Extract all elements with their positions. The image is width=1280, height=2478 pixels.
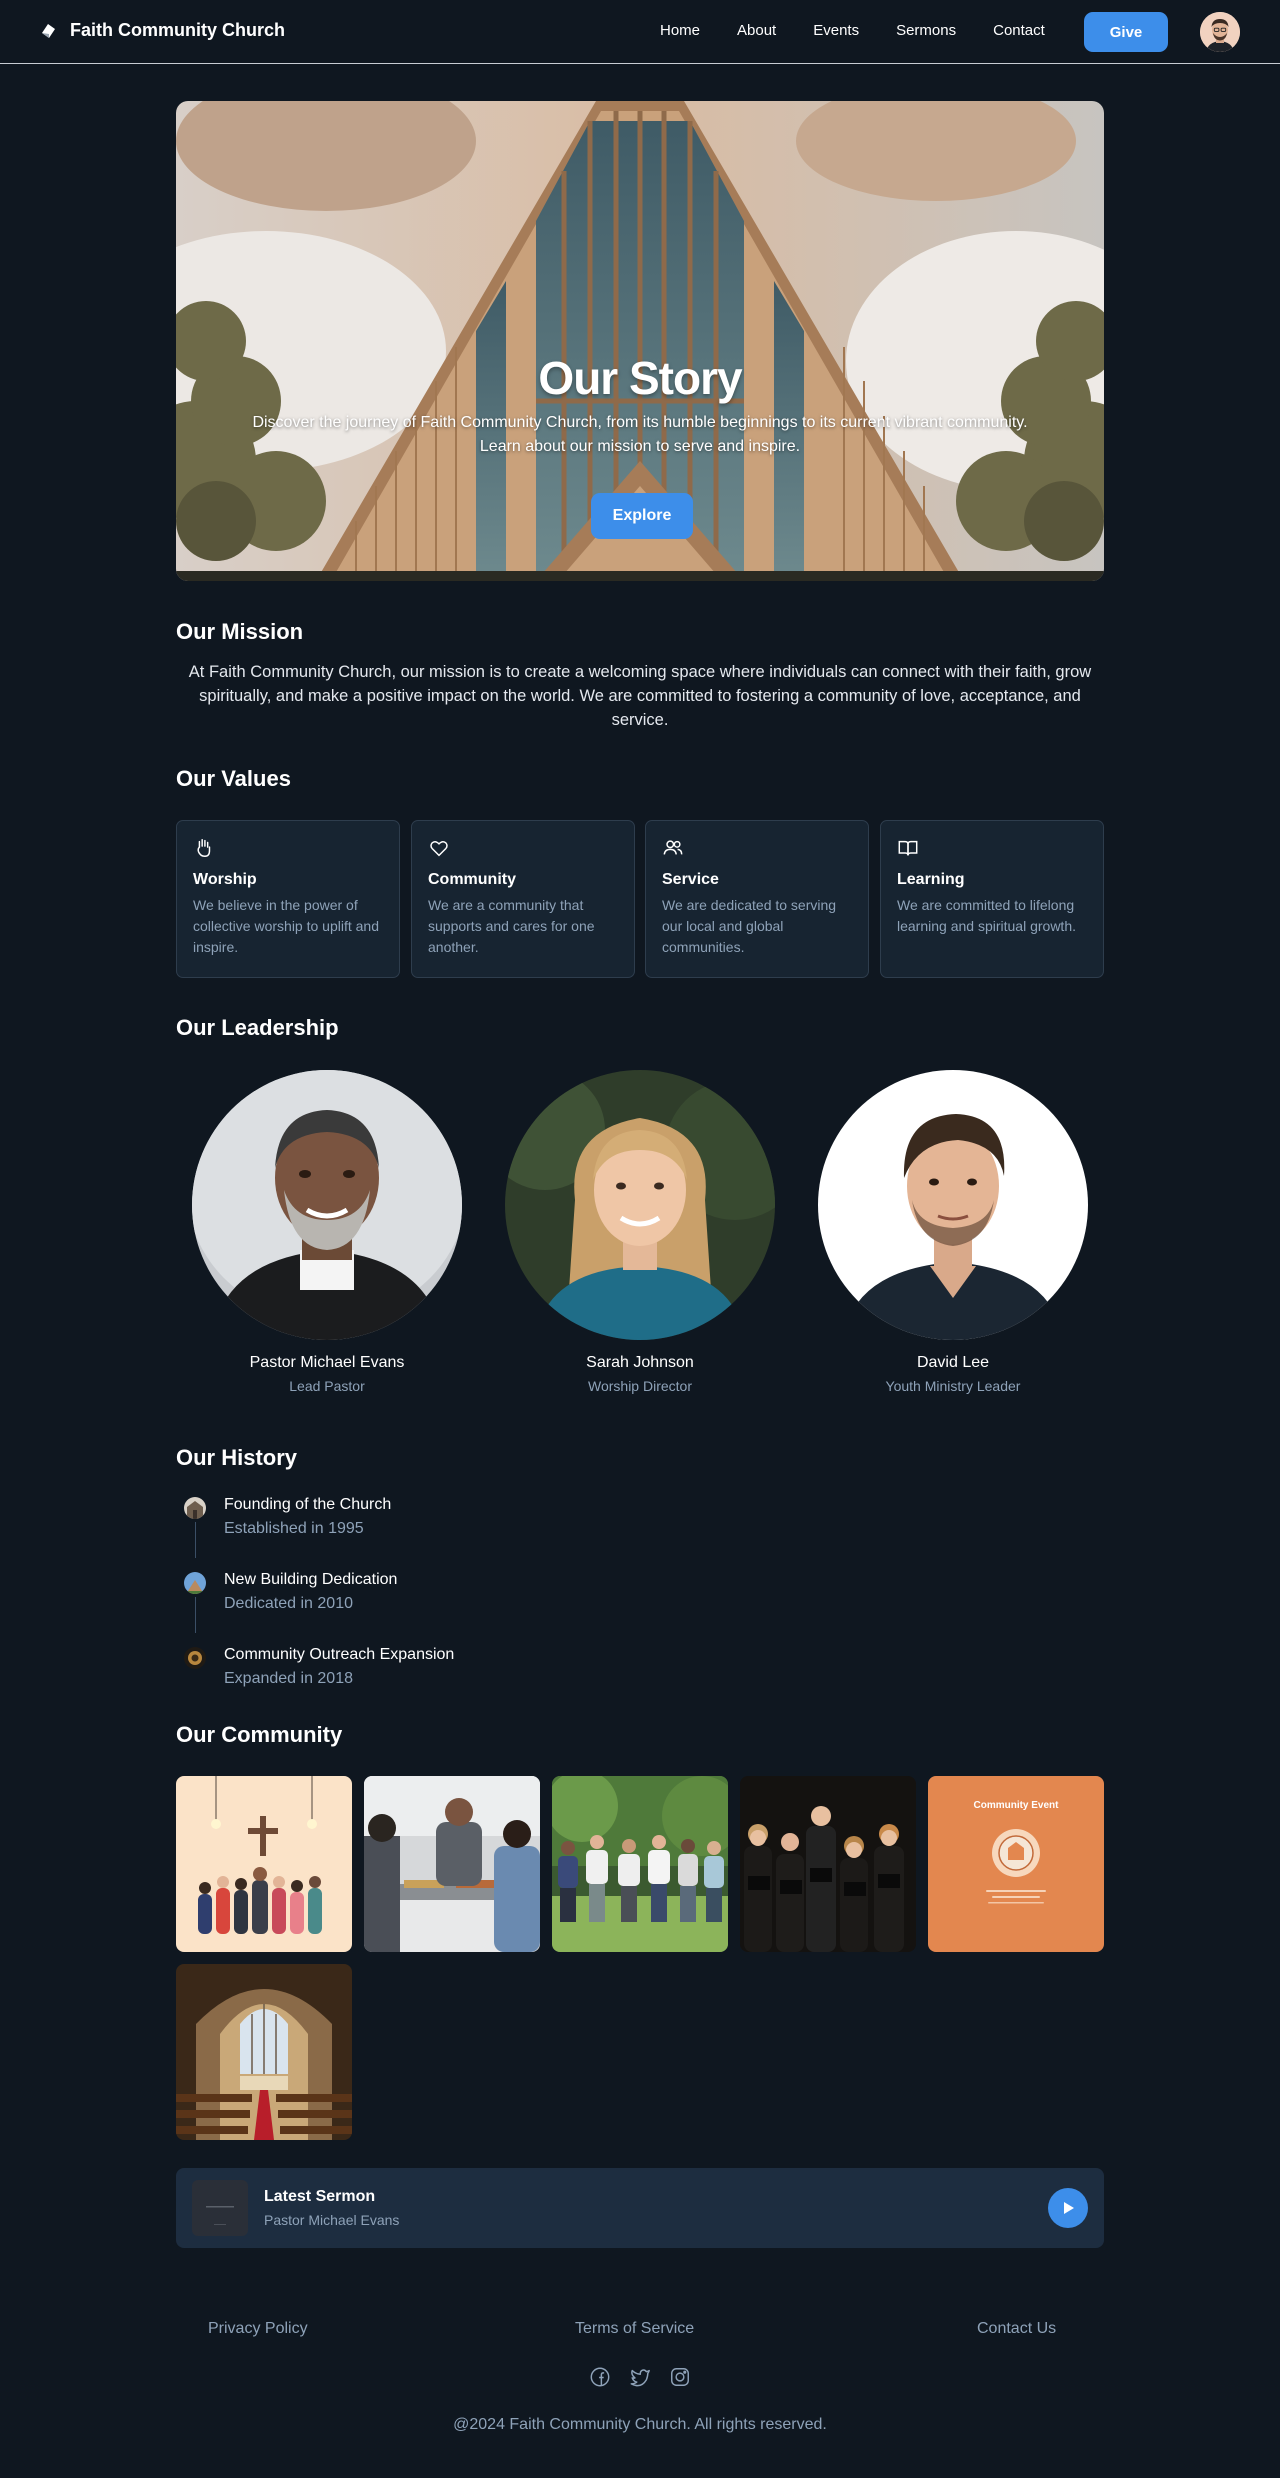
value-desc: We are a community that supports and car… [428, 897, 595, 955]
users-icon [663, 840, 683, 855]
history-title: Founding of the Church [224, 1496, 392, 1513]
copyright-text: @2024 Faith Community Church. All rights… [453, 2416, 827, 2433]
hands-icon [197, 839, 211, 857]
mission-text: At Faith Community Church, our mission i… [188, 663, 1092, 729]
main-nav: Home About Events Sermons Contact [660, 22, 1082, 39]
nav-home[interactable]: Home [660, 22, 700, 39]
value-title: Community [428, 871, 516, 888]
value-card-service: Service We are dedicated to serving our … [645, 820, 869, 978]
event-emblem [986, 1829, 1046, 1904]
history-date: Dedicated in 2010 [224, 1595, 353, 1612]
nav-sermons[interactable]: Sermons [896, 22, 956, 39]
facebook-icon[interactable] [589, 2366, 611, 2388]
leadership-heading: Our Leadership [176, 1015, 339, 1040]
value-card-community: Community We are a community that suppor… [411, 820, 635, 978]
nav-events[interactable]: Events [813, 22, 859, 39]
leader-photo [192, 1070, 462, 1340]
latest-sermon-player: Latest Sermon Pastor Michael Evans [176, 2168, 1104, 2248]
gallery-image-sanctuary[interactable] [176, 1964, 352, 2140]
hero-subtitle-line1: Discover the journey of Faith Community … [252, 414, 1028, 431]
history-heading: Our History [176, 1445, 298, 1470]
hero-subtitle: Discover the journey of Faith Community … [196, 411, 1084, 459]
history-date: Expanded in 2018 [224, 1670, 353, 1687]
sermon-thumbnail [192, 2180, 248, 2236]
gallery-image-worship-group[interactable] [176, 1776, 352, 1952]
value-card-worship: Worship We believe in the power of colle… [176, 820, 400, 978]
history-date: Established in 1995 [224, 1520, 364, 1537]
leader-photo [818, 1070, 1088, 1340]
leader-name: Sarah Johnson [586, 1354, 694, 1371]
building-photo-icon [184, 1572, 206, 1594]
footer-link-contact[interactable]: Contact Us [977, 2320, 1056, 2338]
gallery-image-choir[interactable] [740, 1776, 916, 1952]
play-button[interactable] [1048, 2188, 1088, 2228]
value-title: Service [662, 871, 719, 888]
leader-role: Worship Director [588, 1378, 692, 1394]
leader-card: David Lee Youth Ministry Leader [818, 1070, 1088, 1394]
history-title: New Building Dedication [224, 1571, 398, 1588]
value-card-learning: Learning We are committed to lifelong le… [880, 820, 1104, 978]
nav-about[interactable]: About [737, 22, 776, 39]
hero-subtitle-line2: Learn about our mission to serve and ins… [479, 438, 801, 455]
sermon-speaker: Pastor Michael Evans [264, 2212, 400, 2228]
value-title: Worship [193, 871, 257, 888]
history-item: Founding of the Church Established in 19… [184, 1496, 684, 1546]
history-item: New Building Dedication Dedicated in 201… [184, 1571, 684, 1621]
book-icon [898, 840, 918, 856]
brand-name: Faith Community Church [70, 20, 285, 40]
heart-icon [430, 841, 448, 857]
twitter-icon[interactable] [629, 2366, 651, 2388]
gallery-image-community-event[interactable]: Community Event [928, 1776, 1104, 1952]
value-title: Learning [897, 871, 965, 888]
value-desc: We are committed to lifelong learning an… [897, 897, 1076, 934]
history-item: Community Outreach Expansion Expanded in… [184, 1646, 684, 1696]
user-avatar[interactable] [1200, 12, 1240, 52]
logo-icon [42, 23, 55, 38]
history-title: Community Outreach Expansion [224, 1646, 455, 1663]
give-button[interactable]: Give [1084, 12, 1168, 52]
church-photo-icon [184, 1497, 206, 1519]
value-desc: We are dedicated to serving our local an… [662, 897, 837, 955]
footer-link-privacy[interactable]: Privacy Policy [208, 2320, 308, 2338]
value-desc: We believe in the power of collective wo… [193, 897, 379, 955]
sermon-title: Latest Sermon [264, 2188, 376, 2205]
mission-heading: Our Mission [176, 619, 304, 644]
nav-contact[interactable]: Contact [993, 22, 1045, 39]
instagram-icon[interactable] [669, 2366, 691, 2388]
brand[interactable]: Faith Community Church [40, 20, 285, 41]
top-navigation-bar: Faith Community Church Home About Events… [0, 0, 1280, 64]
hero-title: Our Story [538, 352, 742, 404]
gallery-image-youth-group[interactable] [552, 1776, 728, 1952]
values-heading: Our Values [176, 766, 291, 791]
hero-banner: Our Story Discover the journey of Faith … [176, 101, 1104, 581]
leader-card: Pastor Michael Evans Lead Pastor [192, 1070, 462, 1394]
community-heading: Our Community [176, 1722, 343, 1747]
leader-name: David Lee [916, 1354, 990, 1371]
leader-card: Sarah Johnson Worship Director [505, 1070, 775, 1394]
leader-photo [505, 1070, 775, 1340]
leader-role: Youth Ministry Leader [885, 1378, 1021, 1394]
play-icon [1064, 2202, 1074, 2214]
leader-name: Pastor Michael Evans [249, 1354, 405, 1371]
outreach-photo-icon [184, 1647, 206, 1669]
footer-link-terms[interactable]: Terms of Service [575, 2320, 694, 2338]
gallery-image-food-service[interactable] [364, 1776, 540, 1952]
leader-role: Lead Pastor [289, 1378, 365, 1394]
explore-button[interactable]: Explore [591, 493, 693, 539]
